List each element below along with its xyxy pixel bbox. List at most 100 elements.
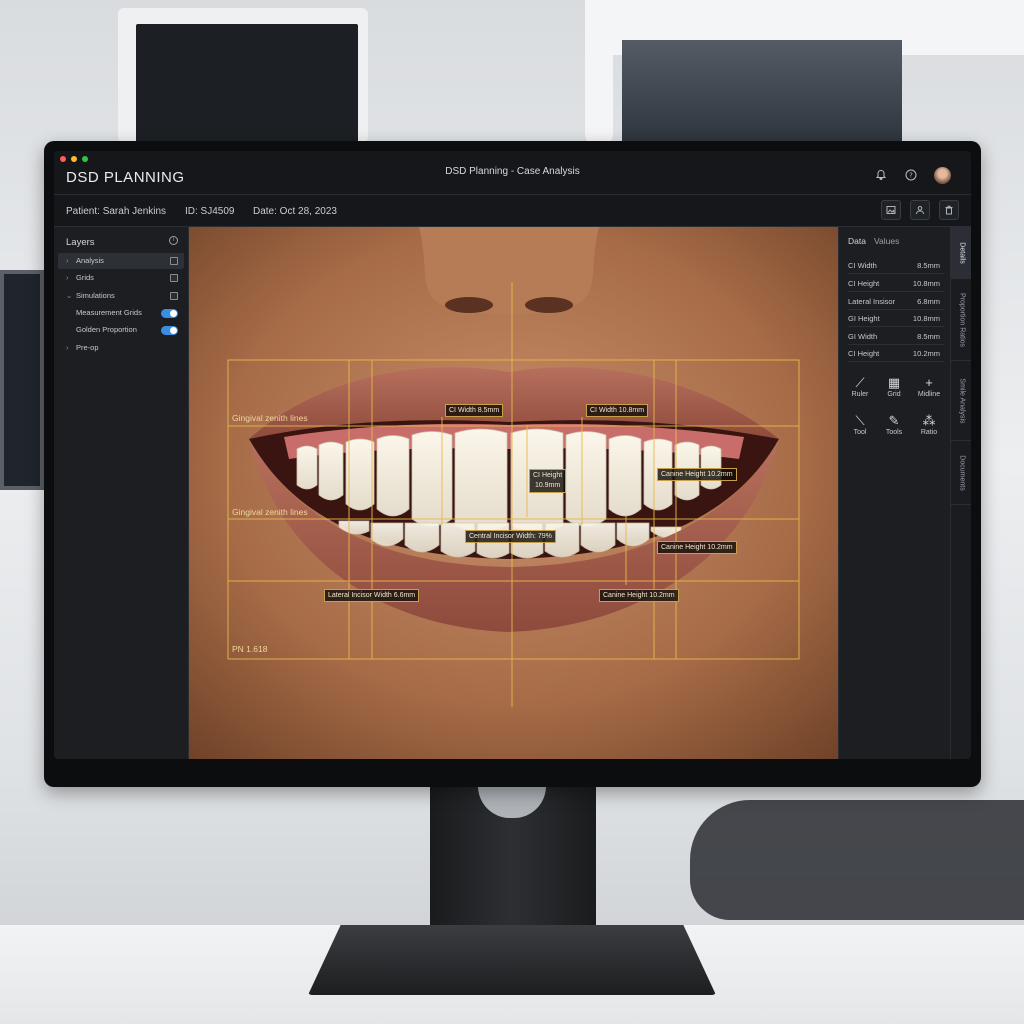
person-icon[interactable] [910,200,930,220]
data-row-value: 10.2mm [912,349,940,358]
maximize-window-dot[interactable] [82,156,88,162]
tab-details[interactable]: Details [951,227,971,279]
midline-tool-button[interactable]: + Midline [914,375,944,398]
pen-icon: ✎ [888,413,900,428]
layer-visibility-checkbox[interactable] [170,274,178,282]
ci-height-tag[interactable]: CI Height 10.9mm [529,469,567,493]
ruler-tool-button[interactable]: ⟋ Ruler [845,375,875,398]
monitor-stand-base [308,925,716,995]
data-row-label: GI Height [848,314,880,323]
layer-pre-op[interactable]: › Pre-op [58,340,184,356]
chevron-down-icon: ⌄ [66,291,73,300]
tool-label: Midline [917,391,941,398]
monitor: DSD PLANNING DSD Planning - Case Analysi… [44,141,981,787]
grid-tool-button[interactable]: ▦ Grid [879,375,909,398]
svg-text:?: ? [909,171,913,179]
golden-proportion-toggle[interactable] [161,326,178,335]
data-row-value: 8.5mm [917,261,940,270]
layer-simulations[interactable]: ⌄ Simulations [58,288,184,304]
trash-icon[interactable] [939,200,959,220]
layer-label: Pre-op [76,343,99,352]
layer-visibility-checkbox[interactable] [170,257,178,265]
window-title: DSD Planning - Case Analysis [445,166,580,177]
gingival-zenith-label-top: Gingival zenith lines [232,413,308,423]
chevron-right-icon: › [66,256,69,265]
ci-height-value: 10.9mm [534,482,561,489]
background-side-screen [0,270,44,490]
data-row-value: 10.8mm [912,314,940,323]
layer-measurement-grids[interactable]: Measurement Grids [58,305,184,321]
tab-documents[interactable]: Documents [951,441,971,505]
user-avatar[interactable] [934,167,951,184]
help-icon[interactable]: ? [904,169,918,183]
measurement-grids-toggle[interactable] [161,309,178,318]
layer-analysis[interactable]: › Analysis [58,253,184,269]
patient-name: Patient: Sarah Jenkins [66,206,167,217]
layers-title: Layers [66,237,95,248]
layer-golden-proportion[interactable]: Golden Proportion [58,322,184,338]
data-row: GI Width 8.5mm [848,328,944,345]
tab-label: Details [958,241,965,264]
data-row: CI Height 10.2mm [848,345,944,362]
data-row: CI Height 10.8mm [848,275,944,292]
ci-width-right-tag[interactable]: CI Width 10.8mm [586,404,649,417]
data-row: GI Height 10.8mm [848,310,944,327]
grid-icon: ▦ [887,375,901,390]
data-row-label: CI Height [848,279,880,288]
line-icon: ⟍ [855,413,865,428]
layer-label: Analysis [76,256,104,265]
tab-smile-analysis[interactable]: Smile Analysis [951,361,971,441]
data-row-label: GI Width [848,332,878,341]
background-window [622,40,902,142]
data-row-value: 8.5mm [917,332,940,341]
gingival-zenith-label-bottom: Gingival zenith lines [232,507,308,517]
chevron-right-icon: › [66,273,69,282]
midline-icon: + [925,375,933,390]
ci-width-left-tag[interactable]: CI Width 8.5mm [445,404,504,417]
minimize-window-dot[interactable] [71,156,77,162]
bell-icon[interactable] [874,169,888,183]
ratio-icon: ⁂ [922,413,936,428]
canine-height-upper-tag[interactable]: Canine Height 10.2mm [657,468,737,481]
background-monitor [118,8,368,144]
info-icon[interactable]: i [169,236,178,245]
title-bar: DSD PLANNING DSD Planning - Case Analysi… [54,151,971,195]
tool-label: Ratio [920,429,938,436]
data-row-value: 6.8mm [917,297,940,306]
tool-label: Tools [885,429,903,436]
side-tab-strip: Details Proportion Ratios Smile Analysis… [950,227,971,759]
layer-label: Golden Proportion [76,325,137,334]
central-incisor-width-tag[interactable]: Central Incisor Width: 79% [465,530,556,543]
patient-info-bar: Patient: Sarah Jenkins ID: SJ4509 Date: … [54,195,971,227]
data-row: CI Width 8.5mm [848,257,944,274]
chevron-right-icon: › [66,343,69,352]
background-dental-chair [690,800,1024,920]
data-row-label: CI Height [848,349,880,358]
patient-id: ID: SJ4509 [185,206,235,217]
ruler-icon: ⟋ [855,375,865,390]
lateral-incisor-width-tag[interactable]: Lateral Incisor Width 6.6mm [324,589,420,602]
data-panel: Data Values CI Width 8.5mm CI Height 10.8m… [838,227,950,759]
ci-height-label: CI Height [533,472,563,479]
tab-data[interactable]: Data [848,236,866,246]
data-row-value: 10.8mm [912,279,940,288]
layer-grids[interactable]: › Grids [58,270,184,286]
layer-visibility-checkbox[interactable] [170,292,178,300]
close-window-dot[interactable] [60,156,66,162]
line-tool-button[interactable]: ⟍ Tool [845,413,875,436]
canine-height-lower-tag[interactable]: Canine Height 10.2mm [599,589,679,602]
golden-ratio-label: PN 1.618 [232,644,268,654]
smile-image-viewport[interactable]: Gingival zenith lines Gingival zenith li… [189,227,838,759]
data-row-label: Lateral Insisor [848,297,896,306]
app-window: DSD PLANNING DSD Planning - Case Analysi… [54,151,971,759]
tab-proportion-ratios[interactable]: Proportion Ratios [951,279,971,361]
tools-button[interactable]: ✎ Tools [879,413,909,436]
tab-values[interactable]: Values [874,236,899,246]
tool-label: Tool [853,429,867,436]
ratio-tool-button[interactable]: ⁂ Ratio [914,413,944,436]
tool-label: Grid [887,391,901,398]
layers-panel: Layers i › Analysis › Grids ⌄ Simulations M… [54,227,189,759]
image-icon[interactable] [881,200,901,220]
canine-height-mid-tag[interactable]: Canine Height 10.2mm [657,541,737,554]
layer-label: Grids [76,273,94,282]
